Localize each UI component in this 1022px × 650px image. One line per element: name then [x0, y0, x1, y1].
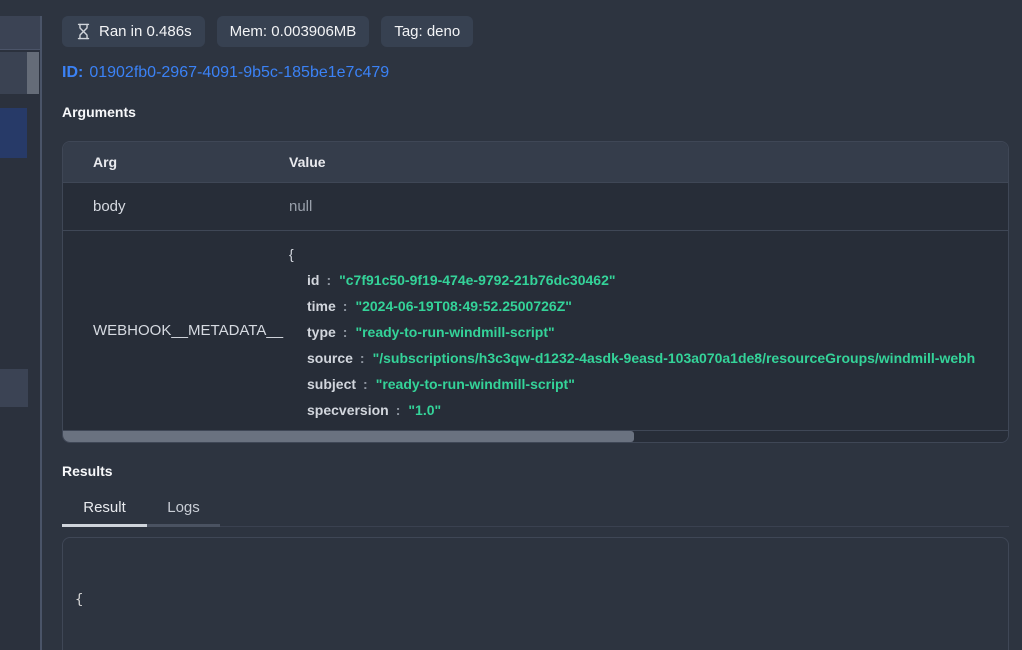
job-id-line: ID: 01902fb0-2967-4091-9b5c-185be1e7c479: [62, 64, 1009, 82]
arg-value-null: null: [261, 198, 1008, 215]
sidebar-item[interactable]: [0, 52, 27, 94]
hourglass-icon: [75, 23, 92, 40]
run-stats-row: Ran in 0.486s Mem: 0.003906MB Tag: deno: [62, 16, 1009, 47]
results-tabbar: Result Logs: [62, 494, 1009, 527]
runtime-badge-label: Ran in 0.486s: [99, 23, 192, 40]
arguments-table-header: Arg Value: [63, 142, 1008, 183]
scrollbar-thumb[interactable]: [63, 431, 634, 442]
job-id-label: ID:: [62, 64, 83, 81]
json-entry-subject: subject:"ready-to-run-windmill-script": [289, 371, 1008, 397]
code-open-brace: {: [75, 590, 996, 610]
json-entry-id: id:"c7f91c50-9f19-474e-9792-21b76dc30462…: [289, 267, 1008, 293]
json-entry-specversion: specversion:"1.0": [289, 397, 1008, 423]
memory-badge: Mem: 0.003906MB: [217, 16, 370, 47]
json-entry-type: type:"ready-to-run-windmill-script": [289, 319, 1008, 345]
json-entry-source: source:"/subscriptions/h3c3qw-d1232-4asd…: [289, 345, 1008, 371]
json-open-brace: {: [289, 241, 1008, 267]
column-header-value: Value: [261, 154, 1008, 170]
tag-badge-label: Tag: deno: [394, 23, 460, 40]
tab-result[interactable]: Result: [62, 494, 147, 527]
json-entry-time: time:"2024-06-19T08:49:52.2500726Z": [289, 293, 1008, 319]
arguments-table: Arg Value body null WEBHOOK__METADATA__ …: [62, 141, 1009, 443]
table-row: WEBHOOK__METADATA__ { id:"c7f91c50-9f19-…: [63, 231, 1008, 431]
sidebar-top-block: [0, 16, 40, 50]
arguments-heading: Arguments: [62, 104, 1009, 120]
sidebar-fragment: [0, 16, 42, 650]
tag-badge: Tag: deno: [381, 16, 473, 47]
sidebar-item[interactable]: [0, 369, 28, 407]
sidebar-divider: [40, 16, 42, 650]
arg-name-webhook-metadata: WEBHOOK__METADATA__: [63, 322, 261, 339]
runtime-badge: Ran in 0.486s: [62, 16, 205, 47]
tab-logs[interactable]: Logs: [147, 494, 220, 527]
arg-name-body: body: [63, 198, 261, 215]
webhook-metadata-json: { id:"c7f91c50-9f19-474e-9792-21b76dc304…: [261, 231, 1008, 430]
job-id-link[interactable]: 01902fb0-2967-4091-9b5c-185be1e7c479: [89, 64, 389, 81]
job-run-panel: Ran in 0.486s Mem: 0.003906MB Tag: deno …: [42, 16, 1022, 650]
table-row: body null: [63, 183, 1008, 231]
table-horizontal-scrollbar: [63, 431, 1008, 442]
column-header-arg: Arg: [63, 154, 261, 170]
result-code-block: { "str": "default arg", "union": "Hello …: [62, 537, 1009, 650]
results-heading: Results: [62, 463, 1009, 479]
sidebar-scrollbar[interactable]: [27, 52, 39, 94]
memory-badge-label: Mem: 0.003906MB: [230, 23, 357, 40]
sidebar-item-selected[interactable]: [0, 108, 27, 158]
